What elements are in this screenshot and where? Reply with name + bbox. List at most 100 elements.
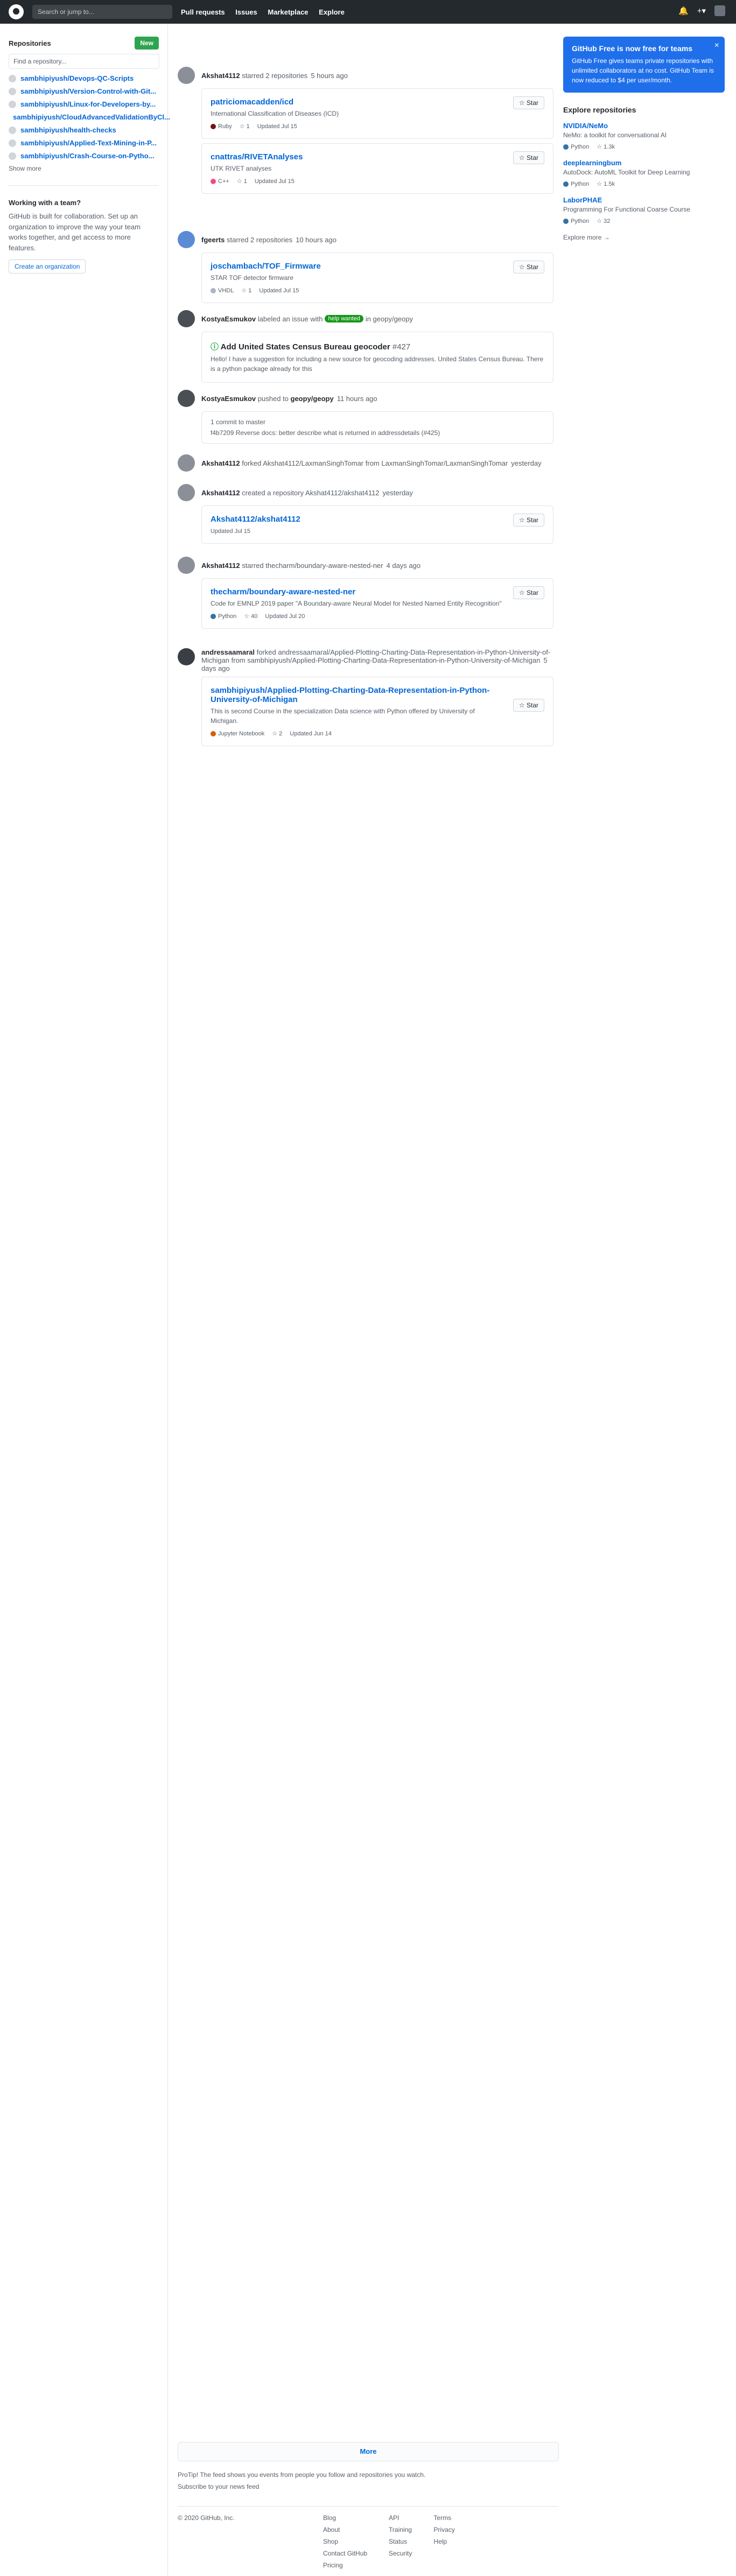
sidebar-repo[interactable]: sambhipiyush/CloudAdvancedValidationByCl… <box>9 113 170 121</box>
feed-event: Akshat4112 starred 2 repositories 5 hours… <box>178 67 559 194</box>
avatar[interactable] <box>178 557 195 574</box>
new-repo-button[interactable]: New <box>135 37 159 50</box>
star-button[interactable]: ☆ Star <box>513 699 544 712</box>
repo-link[interactable]: cnattras/RIVETAnalyses <box>211 152 303 162</box>
explore-repo-link[interactable]: LaborPHAE <box>563 196 602 204</box>
feed-event: Akshat4112 forked Akshat4112/LaxmanSingh… <box>178 454 559 472</box>
repo-link[interactable]: sambhipiyush/Applied-Plotting-Charting-D… <box>211 686 489 704</box>
repo-link[interactable]: patriciomacadden/icd <box>211 97 293 107</box>
sidebar-repo[interactable]: sambhipiyush/Applied-Text-Mining-in-P... <box>9 139 159 147</box>
sidebar-repo-link[interactable]: sambhipiyush/health-checks <box>20 126 116 134</box>
event-actor[interactable]: Akshat4112 <box>201 459 240 467</box>
footer-link[interactable]: Pricing <box>323 2561 367 2569</box>
more-button[interactable]: More <box>178 2442 559 2461</box>
sidebar-repo[interactable]: sambhipiyush/Devops-QC-Scripts <box>9 74 159 82</box>
show-more-link[interactable]: Show more <box>9 165 159 172</box>
subscribe-link[interactable]: Subscribe to your news feed <box>178 2483 259 2490</box>
event-actor[interactable]: Akshat4112 <box>201 561 240 570</box>
repo-card: Akshat4112/akshat4112 Updated Jul 15 ☆ Sta… <box>201 506 553 544</box>
footer-link[interactable]: Status <box>389 2538 412 2545</box>
event-actor[interactable]: KostyaEsmukov <box>201 395 256 403</box>
footer-link[interactable]: Terms <box>433 2514 454 2522</box>
event-time: 4 days ago <box>386 561 421 570</box>
explore-repo-link[interactable]: NVIDIA/NeMo <box>563 122 608 130</box>
event-time: 10 hours ago <box>296 235 337 244</box>
sidebar-repo-link[interactable]: sambhipiyush/Crash-Course-on-Pytho... <box>20 152 154 160</box>
avatar[interactable] <box>178 390 195 407</box>
event-actor[interactable]: fgeerts <box>201 236 225 244</box>
repo-filter-input[interactable]: Find a repository... <box>9 54 159 69</box>
explore-more-link[interactable]: Explore more → <box>563 234 610 241</box>
language-dot <box>211 613 216 619</box>
event-action: forked Akshat4112/LaxmanSinghTomar from … <box>242 459 508 467</box>
event-time: 5 hours ago <box>311 71 348 80</box>
star-button[interactable]: ☆ Star <box>513 514 544 527</box>
sidebar-repo[interactable]: sambhipiyush/Version-Control-with-Git... <box>9 87 159 95</box>
sidebar-repo-link[interactable]: sambhipiyush/Devops-QC-Scripts <box>20 74 134 82</box>
issue-label[interactable]: help wanted <box>325 315 363 322</box>
avatar[interactable] <box>178 484 195 501</box>
explore-repo-link[interactable]: deeplearningbum <box>563 159 621 167</box>
sidebar-repo-link[interactable]: sambhipiyush/CloudAdvancedValidationByCl… <box>13 113 170 121</box>
footer-link[interactable]: API <box>389 2514 412 2522</box>
footer-link[interactable]: Training <box>389 2526 412 2533</box>
avatar[interactable] <box>178 648 195 665</box>
nav-issues[interactable]: Issues <box>235 8 257 16</box>
sidebar-repo[interactable]: sambhipiyush/Linux-for-Developers-by... <box>9 100 159 108</box>
repo-link[interactable]: thecharm/boundary-aware-nested-ner <box>211 587 355 596</box>
avatar[interactable] <box>178 231 195 248</box>
star-button[interactable]: ☆ Star <box>513 586 544 599</box>
footer-link[interactable]: Privacy <box>433 2526 454 2533</box>
close-icon[interactable]: × <box>714 41 719 51</box>
event-action: starred thecharm/boundary-aware-nested-n… <box>242 561 383 570</box>
event-actor[interactable]: Akshat4112 <box>201 72 240 80</box>
repo-language: Python <box>218 613 237 620</box>
avatar[interactable] <box>714 5 725 16</box>
nav-pull-requests[interactable]: Pull requests <box>181 8 225 16</box>
avatar[interactable] <box>178 310 195 327</box>
sidebar-repo[interactable]: sambhipiyush/health-checks <box>9 126 159 134</box>
repo-avatar-icon <box>9 139 16 147</box>
create-org-button[interactable]: Create an organization <box>9 259 86 273</box>
event-actor[interactable]: KostyaEsmukov <box>201 315 256 323</box>
plus-icon[interactable]: +▾ <box>697 6 706 16</box>
footer-link[interactable]: Security <box>389 2550 412 2557</box>
star-button[interactable]: ☆ Star <box>513 261 544 273</box>
star-count: ☆ 1.3k <box>597 144 615 150</box>
avatar[interactable] <box>178 67 195 84</box>
footer-link[interactable]: Blog <box>323 2514 367 2522</box>
event-actor[interactable]: Akshat4112 <box>201 489 240 497</box>
repo-link[interactable]: Akshat4112/akshat4112 <box>211 515 300 524</box>
footer-link[interactable]: Help <box>433 2538 454 2545</box>
repo-updated: Updated Jun 14 <box>290 730 332 737</box>
commit-card: 1 commit to master f4b7209 Reverse docs: … <box>201 411 553 444</box>
sidebar-repo[interactable]: sambhipiyush/Crash-Course-on-Pytho... <box>9 152 159 160</box>
nav-marketplace[interactable]: Marketplace <box>268 8 308 16</box>
star-button[interactable]: ☆ Star <box>513 151 544 164</box>
repo-updated: Updated Jul 15 <box>211 528 250 535</box>
issue-link[interactable]: Add United States Census Bureau geocoder <box>221 342 390 352</box>
bell-icon[interactable]: 🔔 <box>678 6 689 16</box>
nav-explore[interactable]: Explore <box>319 8 345 16</box>
event-action: created a repository Akshat4112/akshat41… <box>242 488 380 497</box>
sidebar-repo-link[interactable]: sambhipiyush/Version-Control-with-Git... <box>20 87 156 95</box>
repo-avatar-icon <box>9 87 16 95</box>
sidebar-repo-link[interactable]: sambhipiyush/Linux-for-Developers-by... <box>20 100 156 108</box>
event-action: labeled an issue with <box>257 314 323 323</box>
issue-body: Hello! I have a suggestion for including… <box>211 355 544 373</box>
explore-desc: Programming For Functional Coarse Course <box>563 206 691 213</box>
avatar[interactable] <box>178 454 195 472</box>
github-logo-icon[interactable] <box>9 4 24 19</box>
event-repo[interactable]: geopy/geopy <box>291 395 334 403</box>
repo-card: thecharm/boundary-aware-nested-ner Code f… <box>201 578 553 629</box>
event-actor[interactable]: andressaamaral <box>201 648 255 656</box>
repo-link[interactable]: joschambach/TOF_Firmware <box>211 262 321 271</box>
star-button[interactable]: ☆ Star <box>513 96 544 109</box>
footer-link[interactable]: About <box>323 2526 367 2533</box>
search-input[interactable]: Search or jump to... <box>32 5 172 19</box>
footer-link[interactable]: Shop <box>323 2538 367 2545</box>
footer-link[interactable]: Contact GitHub <box>323 2550 367 2557</box>
sidebar-repo-link[interactable]: sambhipiyush/Applied-Text-Mining-in-P... <box>20 139 157 147</box>
feed-event: Akshat4112 starred thecharm/boundary-awa… <box>178 557 559 629</box>
commit-line[interactable]: f4b7209 Reverse docs: better describe wh… <box>211 429 544 437</box>
